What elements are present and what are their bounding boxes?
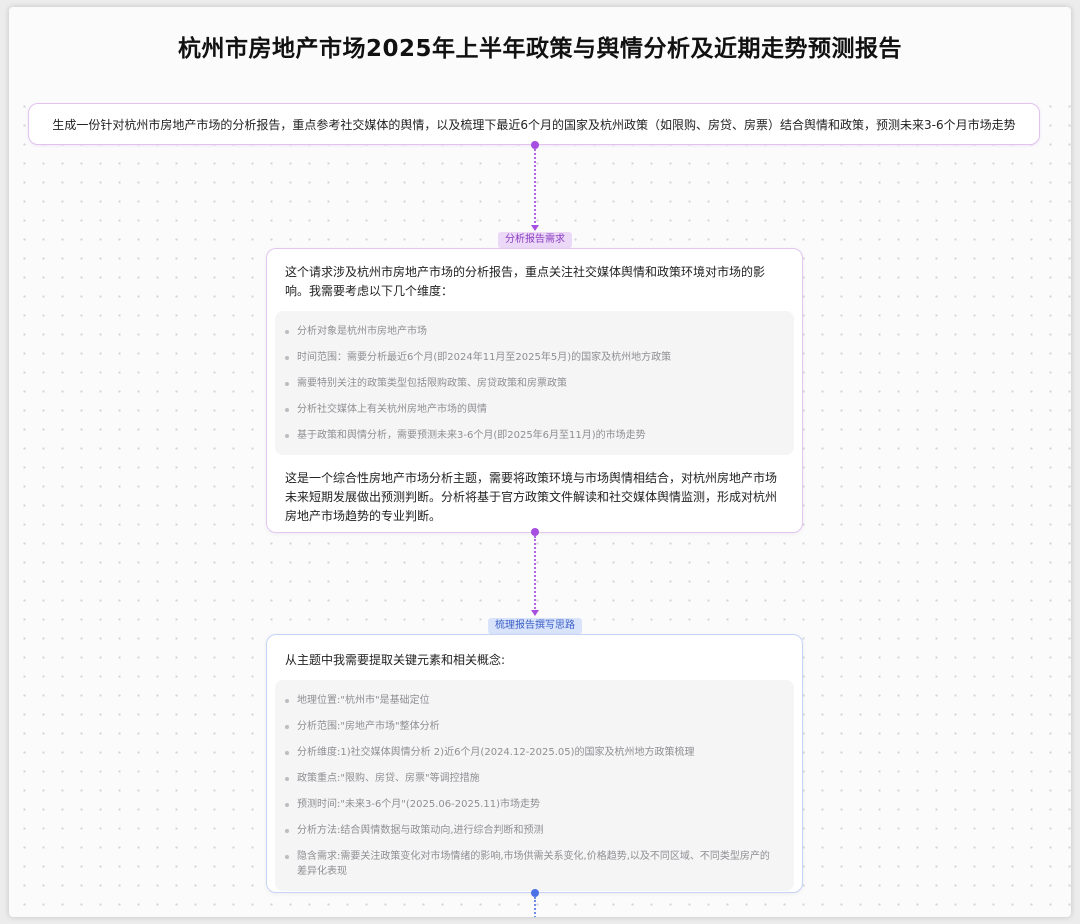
list-item: 分析社交媒体上有关杭州房地产市场的舆情 xyxy=(275,397,794,423)
step-tag-outline[interactable]: 梳理报告撰写思路 xyxy=(488,618,582,634)
report-canvas: 杭州市房地产市场2025年上半年政策与舆情分析及近期走势预测报告 生成一份针对杭… xyxy=(9,7,1071,917)
analysis-card[interactable]: 这个请求涉及杭州市房地产市场的分析报告，重点关注社交媒体舆情和政策环境对市场的影… xyxy=(266,248,803,533)
title-band: 杭州市房地产市场2025年上半年政策与舆情分析及近期走势预测报告 xyxy=(9,7,1071,93)
arrow-down-icon xyxy=(531,610,539,616)
list-item: 分析对象是杭州市房地产市场 xyxy=(275,319,794,345)
list-item: 预测时间:"未来3-6个月"(2025.06-2025.11)市场走势 xyxy=(275,792,794,818)
connector-line xyxy=(534,897,536,917)
list-item: 分析方法:结合舆情数据与政策动向,进行综合判断和预测 xyxy=(275,818,794,844)
step-tag-analysis[interactable]: 分析报告需求 xyxy=(498,232,572,248)
outline-list: 地理位置:"杭州市"是基础定位 分析范围:"房地产市场"整体分析 分析维度:1)… xyxy=(275,680,794,891)
connector-dot xyxy=(531,141,539,149)
analysis-intro: 这个请求涉及杭州市房地产市场的分析报告，重点关注社交媒体舆情和政策环境对市场的影… xyxy=(285,265,766,298)
connector-dot xyxy=(531,889,539,897)
analysis-outro: 这是一个综合性房地产市场分析主题，需要将政策环境与市场舆情相结合，对杭州房地产市… xyxy=(285,471,778,523)
outline-intro: 从主题中我需要提取关键元素和相关概念: xyxy=(285,653,506,667)
list-item: 分析维度:1)社交媒体舆情分析 2)近6个月(2024.12-2025.05)的… xyxy=(275,740,794,766)
prompt-node[interactable]: 生成一份针对杭州市房地产市场的分析报告，重点参考社交媒体的舆情，以及梳理下最近6… xyxy=(28,103,1040,145)
list-item: 基于政策和舆情分析，需要预测未来3-6个月(即2025年6月至11月)的市场走势 xyxy=(275,423,794,449)
connector-dot xyxy=(531,528,539,536)
list-item: 政策重点:"限购、房贷、房票"等调控措施 xyxy=(275,766,794,792)
arrow-down-icon xyxy=(531,225,539,231)
list-item: 需要特别关注的政策类型包括限购政策、房贷政策和房票政策 xyxy=(275,371,794,397)
page-title: 杭州市房地产市场2025年上半年政策与舆情分析及近期走势预测报告 xyxy=(177,36,902,62)
list-item: 分析范围:"房地产市场"整体分析 xyxy=(275,714,794,740)
connector-line xyxy=(534,149,536,227)
outline-card[interactable]: 从主题中我需要提取关键元素和相关概念: 地理位置:"杭州市"是基础定位 分析范围… xyxy=(266,634,803,893)
analysis-list: 分析对象是杭州市房地产市场 时间范围：需要分析最近6个月(即2024年11月至2… xyxy=(275,311,794,455)
list-item: 地理位置:"杭州市"是基础定位 xyxy=(275,688,794,714)
list-item: 隐含需求:需要关注政策变化对市场情绪的影响,市场供需关系变化,价格趋势,以及不同… xyxy=(275,844,794,885)
prompt-text: 生成一份针对杭州市房地产市场的分析报告，重点参考社交媒体的舆情，以及梳理下最近6… xyxy=(52,117,1016,132)
connector-line xyxy=(534,536,536,612)
list-item: 时间范围：需要分析最近6个月(即2024年11月至2025年5月)的国家及杭州地… xyxy=(275,345,794,371)
